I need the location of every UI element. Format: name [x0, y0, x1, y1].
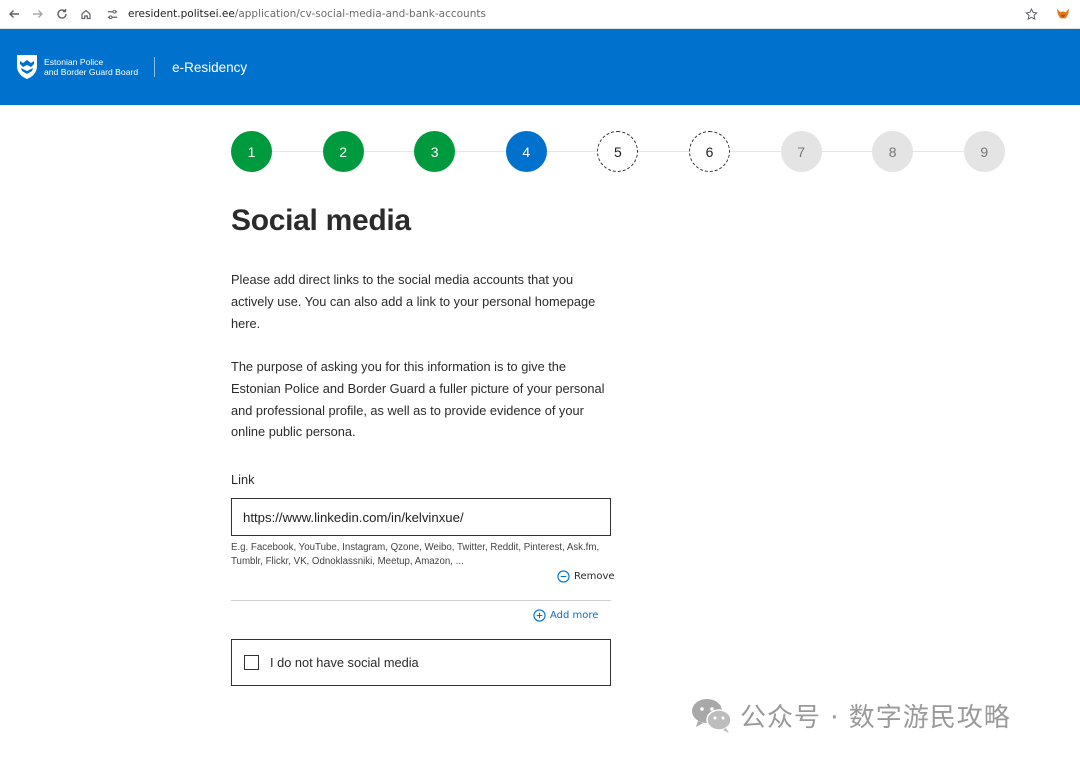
org-name-line2: and Border Guard Board [44, 67, 139, 77]
no-social-media-checkbox[interactable] [244, 655, 259, 670]
url-path: /application/cv-social-media-and-bank-ac… [234, 8, 486, 20]
reload-icon [57, 9, 67, 19]
reload-button[interactable] [52, 4, 72, 24]
header-divider [154, 57, 156, 77]
page-title: Social media [231, 204, 411, 237]
org-name-line1: Estonian Police [44, 57, 104, 67]
link-label: Link [231, 472, 255, 487]
step-8: 8 [872, 131, 914, 172]
link-input[interactable] [231, 498, 611, 536]
step-1[interactable]: 1 [231, 131, 272, 172]
plus-circle-icon [533, 609, 546, 622]
arrow-right-icon [33, 10, 43, 18]
forward-button[interactable] [28, 4, 48, 24]
url-text: eresident.politsei.ee/application/cv-soc… [128, 8, 486, 20]
home-icon [81, 9, 91, 20]
step-3[interactable]: 3 [414, 131, 456, 172]
minus-circle-icon [557, 570, 570, 583]
wechat-icon [692, 699, 732, 733]
site-header: Estonian Police and Border Guard Board e… [0, 29, 1080, 105]
intro-paragraph: Please add direct links to the social me… [231, 272, 596, 331]
address-bar[interactable]: eresident.politsei.ee/application/cv-soc… [106, 3, 486, 25]
step-2[interactable]: 2 [322, 131, 364, 172]
fox-extension-icon [1056, 8, 1070, 19]
watermark: 公众号 · 数字游民攻略 [690, 696, 1011, 734]
step-4[interactable]: 4 [505, 131, 547, 172]
step-9: 9 [963, 131, 1005, 172]
org-name: Estonian Police and Border Guard Board [44, 57, 138, 77]
remove-label: Remove [574, 571, 615, 582]
remove-button[interactable]: Remove [557, 570, 615, 583]
step-5: 5 [597, 131, 639, 172]
progress-stepper: 1 2 3 4 5 6 7 8 9 [231, 131, 1005, 173]
bookmark-button[interactable] [1022, 5, 1040, 23]
star-icon [1024, 7, 1038, 20]
back-button[interactable] [4, 4, 24, 24]
link-hint: E.g. Facebook, YouTube, Instagram, Qzone… [231, 542, 600, 567]
app-name[interactable]: e-Residency [172, 60, 247, 75]
add-more-label: Add more [550, 610, 599, 621]
step-7: 7 [780, 131, 822, 172]
purpose-paragraph: The purpose of asking you for this infor… [231, 359, 605, 440]
url-host: eresident.politsei.ee [128, 8, 235, 20]
extension-button[interactable] [1055, 6, 1071, 22]
watermark-text: 公众号 · 数字游民攻略 [740, 702, 1011, 733]
step-6: 6 [689, 131, 730, 172]
divider [231, 600, 611, 601]
home-button[interactable] [76, 4, 96, 24]
police-logo[interactable]: Estonian Police and Border Guard Board [15, 53, 138, 81]
site-settings-icon[interactable] [106, 7, 120, 21]
no-social-media-label: I do not have social media [270, 655, 419, 670]
browser-toolbar: eresident.politsei.ee/application/cv-soc… [0, 0, 1080, 29]
add-more-button[interactable]: Add more [533, 609, 598, 622]
no-social-media-option[interactable]: I do not have social media [231, 639, 611, 686]
shield-icon [17, 55, 37, 79]
arrow-left-icon [9, 10, 19, 18]
